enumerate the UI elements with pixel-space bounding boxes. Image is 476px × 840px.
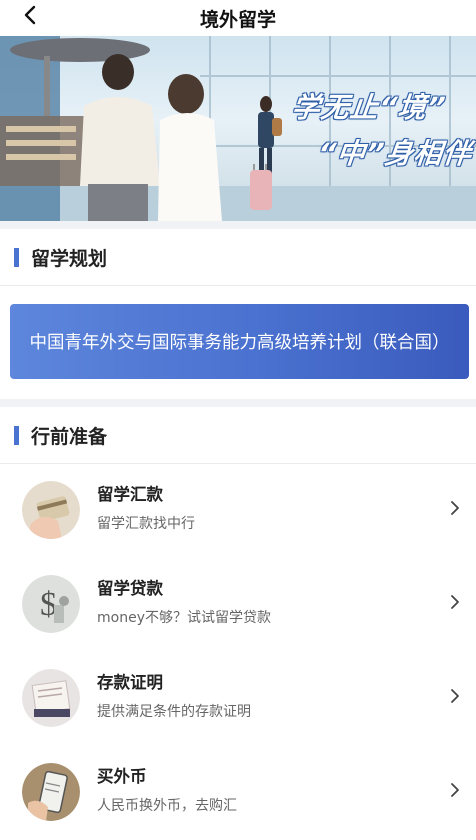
back-button[interactable] (18, 3, 42, 27)
item-subtitle: 人民币换外币，去购汇 (97, 798, 237, 814)
list-item-loan[interactable]: $ 留学贷款 money不够？试试留学贷款 (0, 558, 476, 652)
item-title: 留学贷款 (97, 579, 163, 598)
section-divider (0, 399, 476, 407)
program-button[interactable]: 中国青年外交与国际事务能力高级培养计划（联合国） (10, 304, 469, 379)
section-header-planning: 留学规划 (0, 229, 476, 286)
chevron-right-icon (451, 595, 459, 609)
section-header-preparation: 行前准备 (0, 407, 476, 464)
promo-banner[interactable]: 学无止“境” “中”身相伴 (0, 36, 476, 221)
airport-travel-illustration (0, 36, 476, 221)
top-nav-bar: 境外留学 (0, 0, 476, 36)
chevron-left-icon (24, 5, 36, 25)
card-payment-icon (22, 481, 80, 539)
section-title-preparation: 行前准备 (31, 425, 108, 448)
document-icon (22, 669, 80, 727)
item-subtitle: money不够？试试留学贷款 (97, 610, 271, 626)
banner-slogan-line1: 学无止“境” (290, 91, 448, 124)
dollar-sign-icon: $ (22, 575, 80, 633)
item-title: 存款证明 (97, 673, 163, 692)
phone-exchange-icon (22, 763, 80, 821)
list-item-remittance[interactable]: 留学汇款 留学汇款找中行 (0, 464, 476, 558)
banner-slogan-line2: “中”身相伴 (316, 137, 474, 170)
section-divider (0, 221, 476, 229)
planning-area: 中国青年外交与国际事务能力高级培养计划（联合国） (0, 286, 476, 399)
section-accent-bar (14, 247, 19, 267)
list-item-deposit-proof[interactable]: 存款证明 提供满足条件的存款证明 (0, 652, 476, 746)
section-title-planning: 留学规划 (31, 247, 108, 270)
page-title: 境外留学 (199, 8, 276, 31)
item-title: 留学汇款 (97, 485, 163, 504)
section-accent-bar (14, 425, 19, 445)
item-title: 买外币 (97, 767, 147, 786)
item-subtitle: 留学汇款找中行 (97, 516, 195, 532)
chevron-right-icon (451, 501, 459, 515)
item-subtitle: 提供满足条件的存款证明 (97, 704, 251, 720)
preparation-list: 留学汇款 留学汇款找中行 $ 留学贷款 money不够？试试留学贷款 存款证明 … (0, 464, 476, 840)
chevron-right-icon (451, 689, 459, 703)
chevron-right-icon (451, 783, 459, 797)
